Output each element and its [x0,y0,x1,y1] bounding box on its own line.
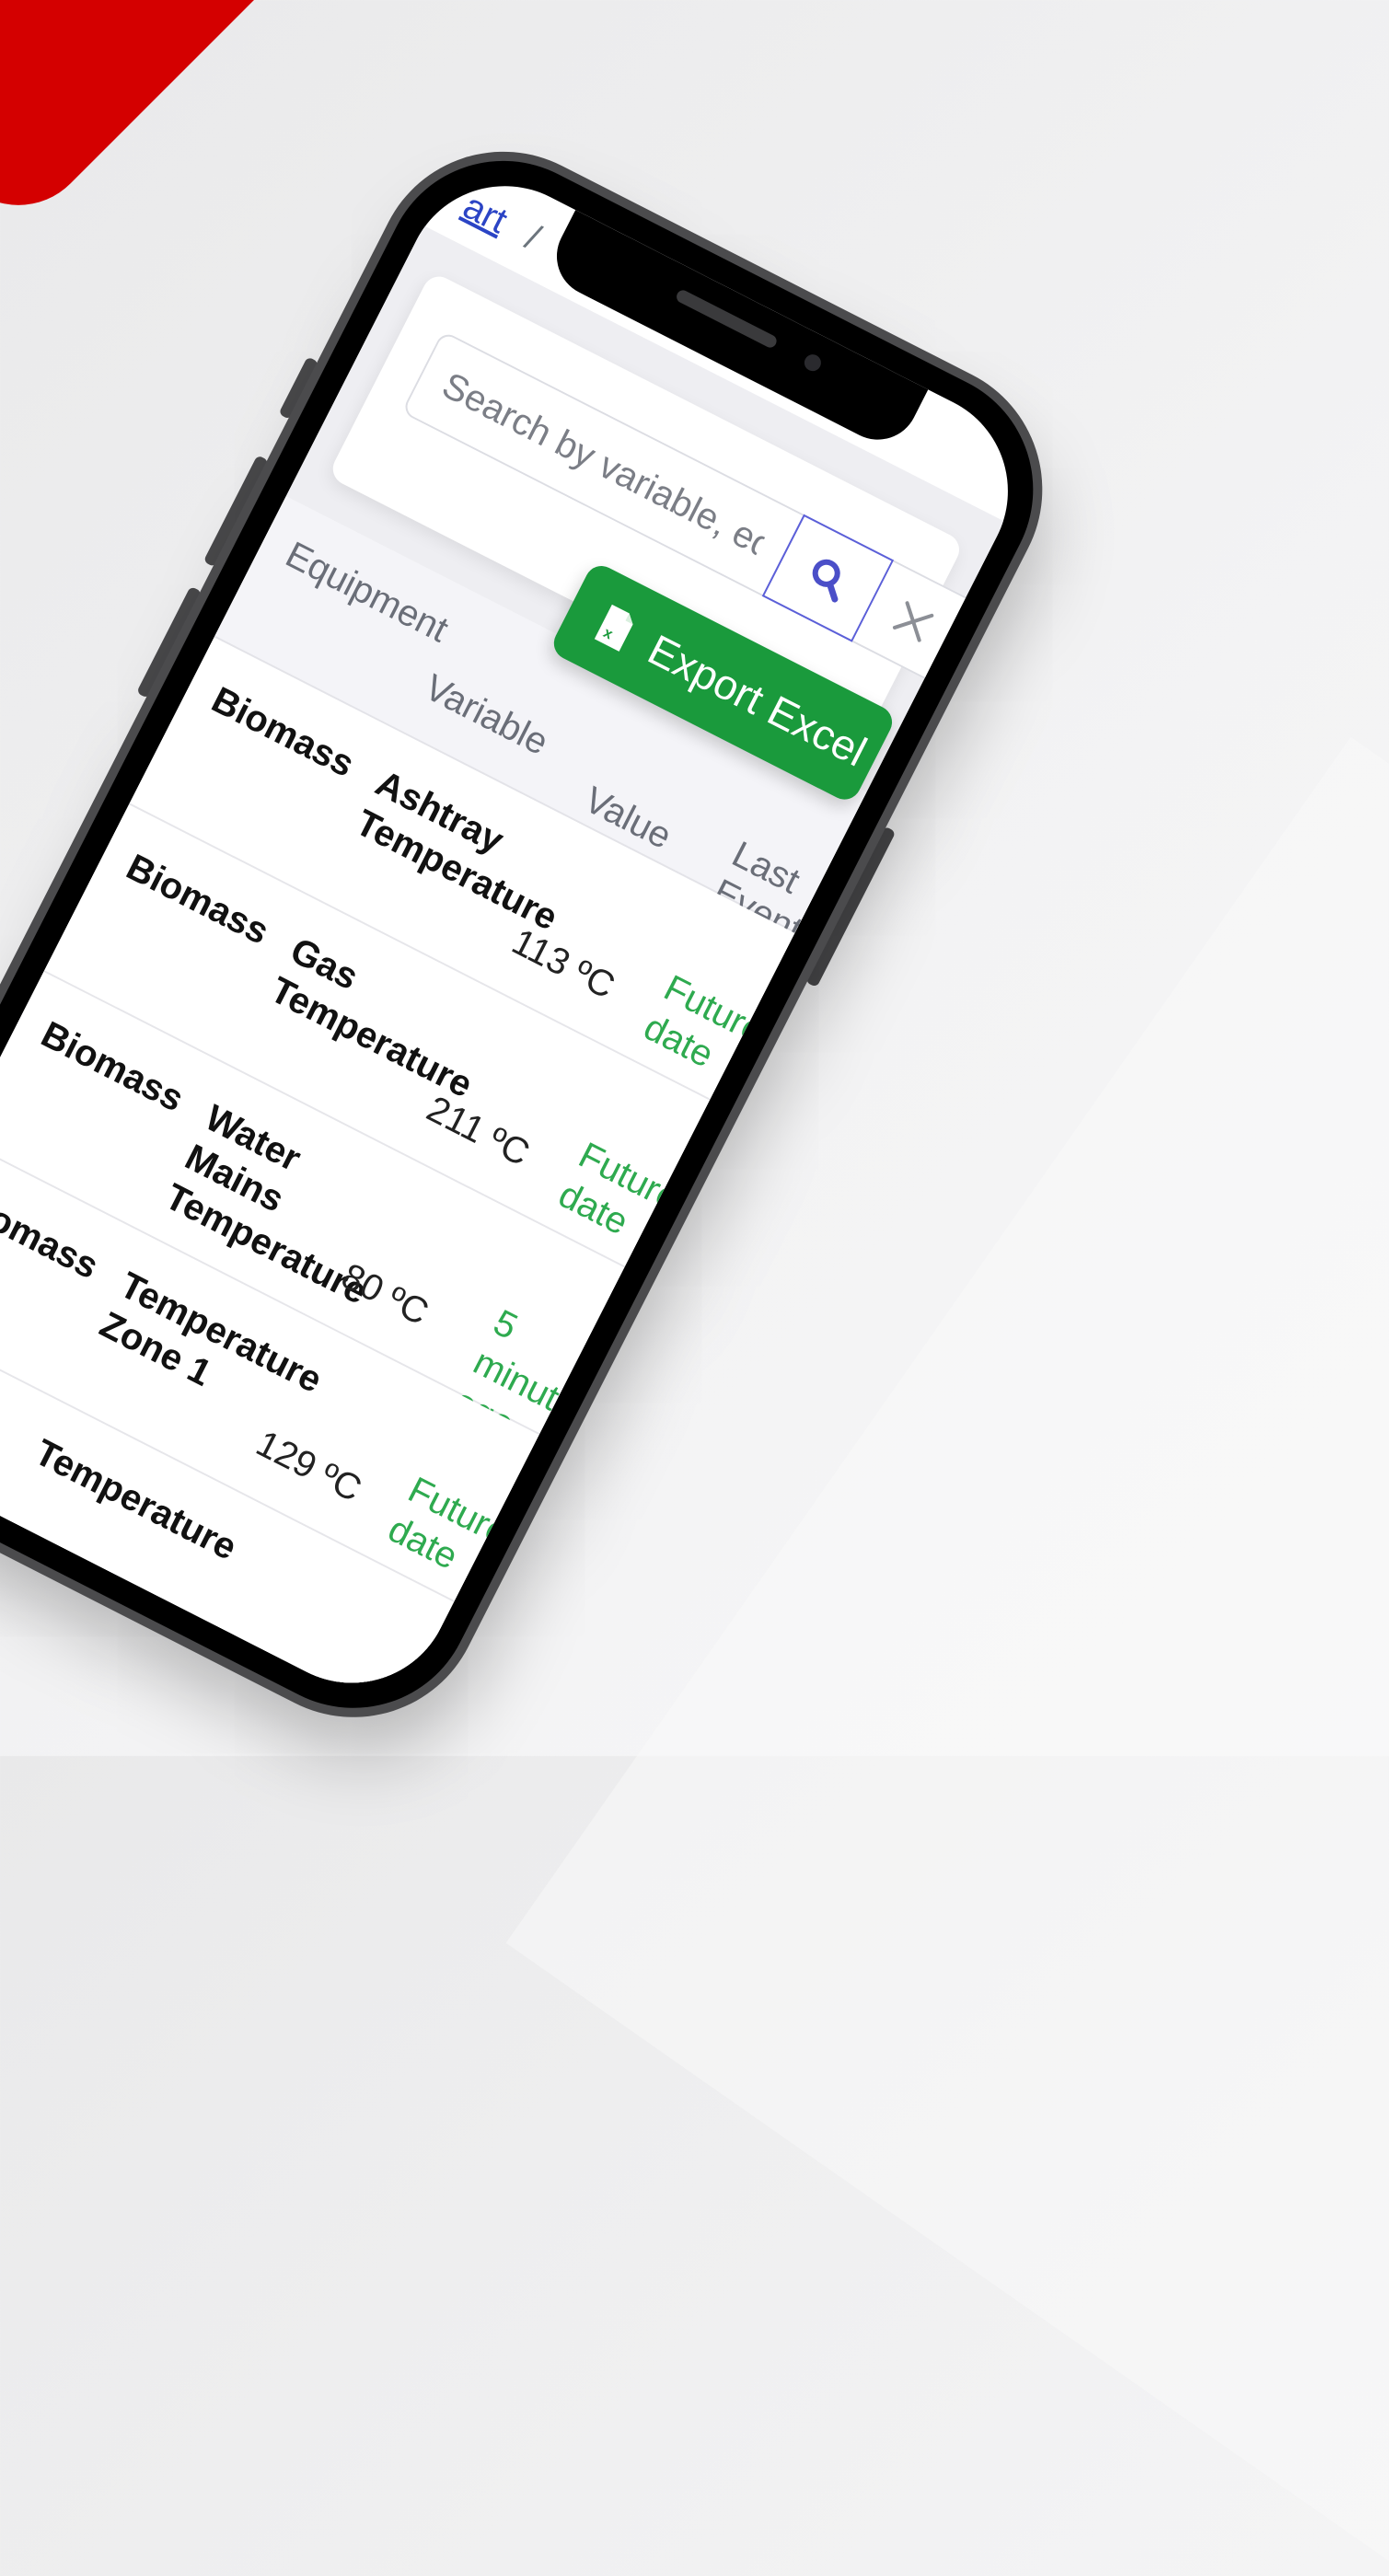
cell-value: 129 ºC [249,1423,368,1510]
cell-value: 113 ºC [505,920,621,1007]
breadcrumb-link[interactable]: art [457,186,514,241]
cell-value: 80 ºC [335,1255,435,1334]
cell-value: 211 ºC [420,1088,537,1174]
breadcrumb-separator: / [518,217,547,259]
brand-accent-shape [0,0,383,236]
front-camera [801,352,825,375]
search-icon [812,559,840,603]
close-icon [892,601,934,642]
excel-file-icon: x [594,604,633,652]
header-variable[interactable]: Variable [418,666,555,764]
cell-last-event [336,1635,426,1681]
